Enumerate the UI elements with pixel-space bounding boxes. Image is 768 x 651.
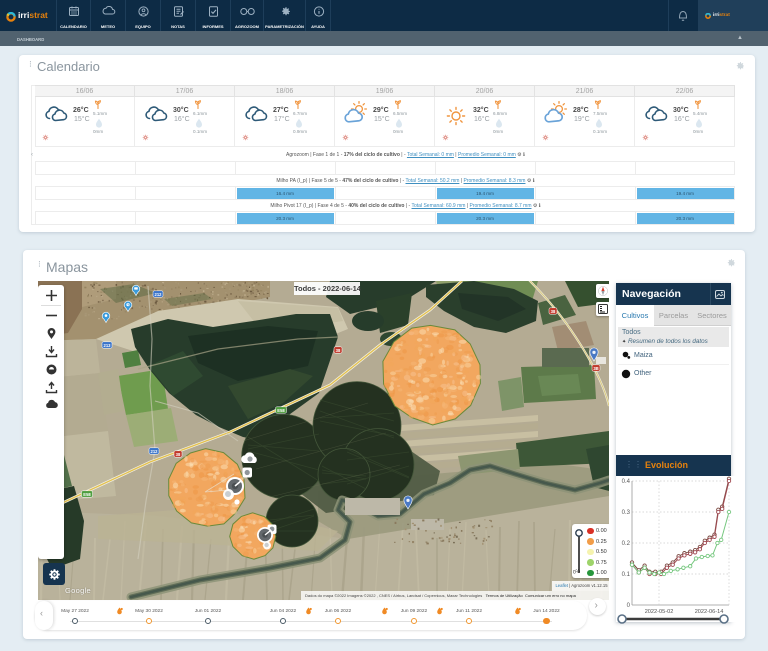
svg-text:38: 38 (176, 452, 181, 457)
svg-text:38: 38 (336, 348, 341, 353)
svg-text:0.2: 0.2 (622, 541, 631, 547)
svg-text:212: 212 (151, 449, 159, 454)
svg-text:38: 38 (551, 309, 556, 314)
svg-text:0.1: 0.1 (622, 572, 631, 578)
svg-text:212: 212 (155, 292, 163, 297)
svg-text:3B: 3B (593, 366, 598, 371)
svg-text:0.3: 0.3 (622, 510, 631, 516)
svg-text:213: 213 (104, 343, 112, 348)
svg-text:E58: E58 (83, 492, 91, 497)
svg-text:E58: E58 (277, 408, 285, 413)
svg-text:0.4: 0.4 (622, 479, 631, 485)
